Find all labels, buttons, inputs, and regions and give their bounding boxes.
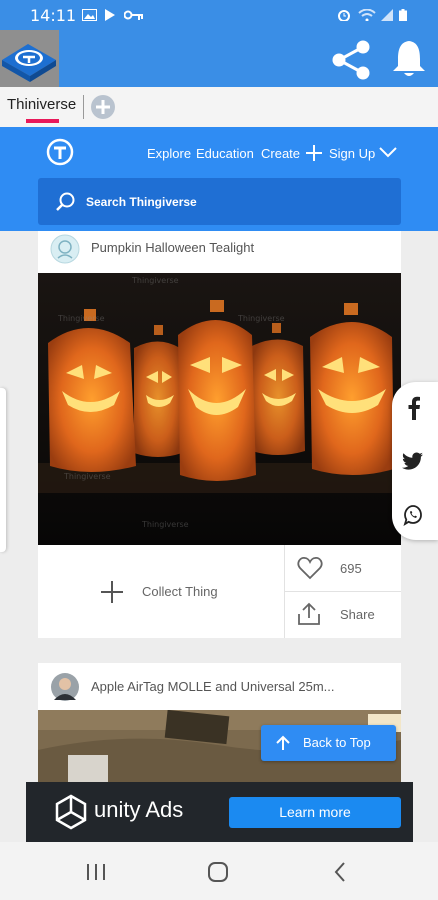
share-icon[interactable]: [330, 39, 372, 81]
bell-icon[interactable]: [391, 39, 427, 79]
thing-title[interactable]: Pumpkin Halloween Tealight: [91, 240, 254, 255]
watermark-text: Thingiverse: [141, 520, 189, 529]
thingiverse-logo-icon: [2, 44, 56, 82]
whatsapp-icon[interactable]: [401, 503, 425, 527]
play-store-icon: [105, 9, 115, 21]
watermark-text: Thingiverse: [63, 472, 111, 481]
like-count: 695: [340, 561, 362, 576]
facebook-icon[interactable]: [407, 396, 421, 420]
collect-thing-label: Collect Thing: [142, 584, 218, 599]
back-to-top-label: Back to Top: [303, 735, 371, 750]
watermark-text: Thingiverse: [57, 314, 105, 323]
add-tab-button[interactable]: [90, 94, 116, 120]
search-input[interactable]: Search Thingiverse: [86, 195, 197, 209]
watermark-text: Thingiverse: [131, 276, 179, 285]
system-nav-bar: [0, 842, 438, 900]
avatar[interactable]: [50, 672, 80, 702]
site-header: Explore Education Create Sign Up Search …: [0, 127, 438, 231]
chevron-down-icon[interactable]: [379, 147, 397, 158]
plus-icon[interactable]: [306, 145, 322, 161]
plus-icon: [101, 581, 123, 603]
thing-image[interactable]: Thingiverse Thingiverse Thingiverse Thin…: [38, 273, 401, 545]
thing-card: Pumpkin Halloween Tealight Thingiverse T…: [38, 231, 401, 638]
app-logo[interactable]: [0, 30, 59, 87]
signal-icon: [381, 9, 393, 21]
status-bar: 14:11: [0, 0, 438, 30]
status-time: 14:11: [30, 6, 77, 25]
watermark-text: Thingiverse: [237, 314, 285, 323]
heart-icon: [297, 557, 323, 580]
gallery-icon: [82, 9, 97, 21]
alarm-icon: [338, 10, 350, 21]
key-icon: [124, 10, 143, 20]
arrow-up-icon: [276, 735, 290, 750]
upload-icon: [298, 602, 320, 625]
thing-title[interactable]: Apple AirTag MOLLE and Universal 25m...: [91, 679, 335, 694]
unity-logo-icon: [55, 794, 87, 830]
active-tab-indicator: [26, 119, 59, 123]
share-label: Share: [340, 607, 375, 622]
thing-card: Apple AirTag MOLLE and Universal 25m...: [38, 663, 401, 783]
nav-education[interactable]: Education: [196, 146, 254, 161]
ad-brand: unity Ads: [94, 797, 184, 822]
collect-thing-button[interactable]: Collect Thing: [38, 545, 284, 638]
ad-banner[interactable]: unity Ads Learn more: [26, 782, 413, 842]
thingiverse-home-icon[interactable]: [46, 138, 74, 166]
share-thing-button[interactable]: Share: [285, 592, 401, 638]
recent-apps-icon[interactable]: [86, 863, 106, 881]
avatar[interactable]: [50, 234, 80, 264]
search-box[interactable]: Search Thingiverse: [38, 178, 401, 225]
back-to-top-button[interactable]: Back to Top: [261, 725, 396, 761]
learn-more-button[interactable]: Learn more: [229, 797, 401, 828]
wifi-icon: [358, 9, 376, 21]
home-icon[interactable]: [207, 862, 229, 882]
nav-sign-up[interactable]: Sign Up: [329, 146, 375, 161]
search-icon: [56, 192, 75, 211]
tab-strip: Thiniverse: [0, 87, 438, 127]
nav-explore[interactable]: Explore: [147, 146, 191, 161]
battery-icon: [399, 9, 407, 21]
twitter-icon[interactable]: [402, 452, 424, 470]
tab-thingiverse[interactable]: Thiniverse: [7, 96, 76, 113]
back-icon[interactable]: [333, 862, 347, 882]
side-panel-edge: [0, 388, 6, 552]
social-share-rail: [392, 382, 438, 540]
like-button[interactable]: 695: [285, 545, 401, 591]
nav-create[interactable]: Create: [261, 146, 300, 161]
tab-divider: [83, 95, 84, 119]
